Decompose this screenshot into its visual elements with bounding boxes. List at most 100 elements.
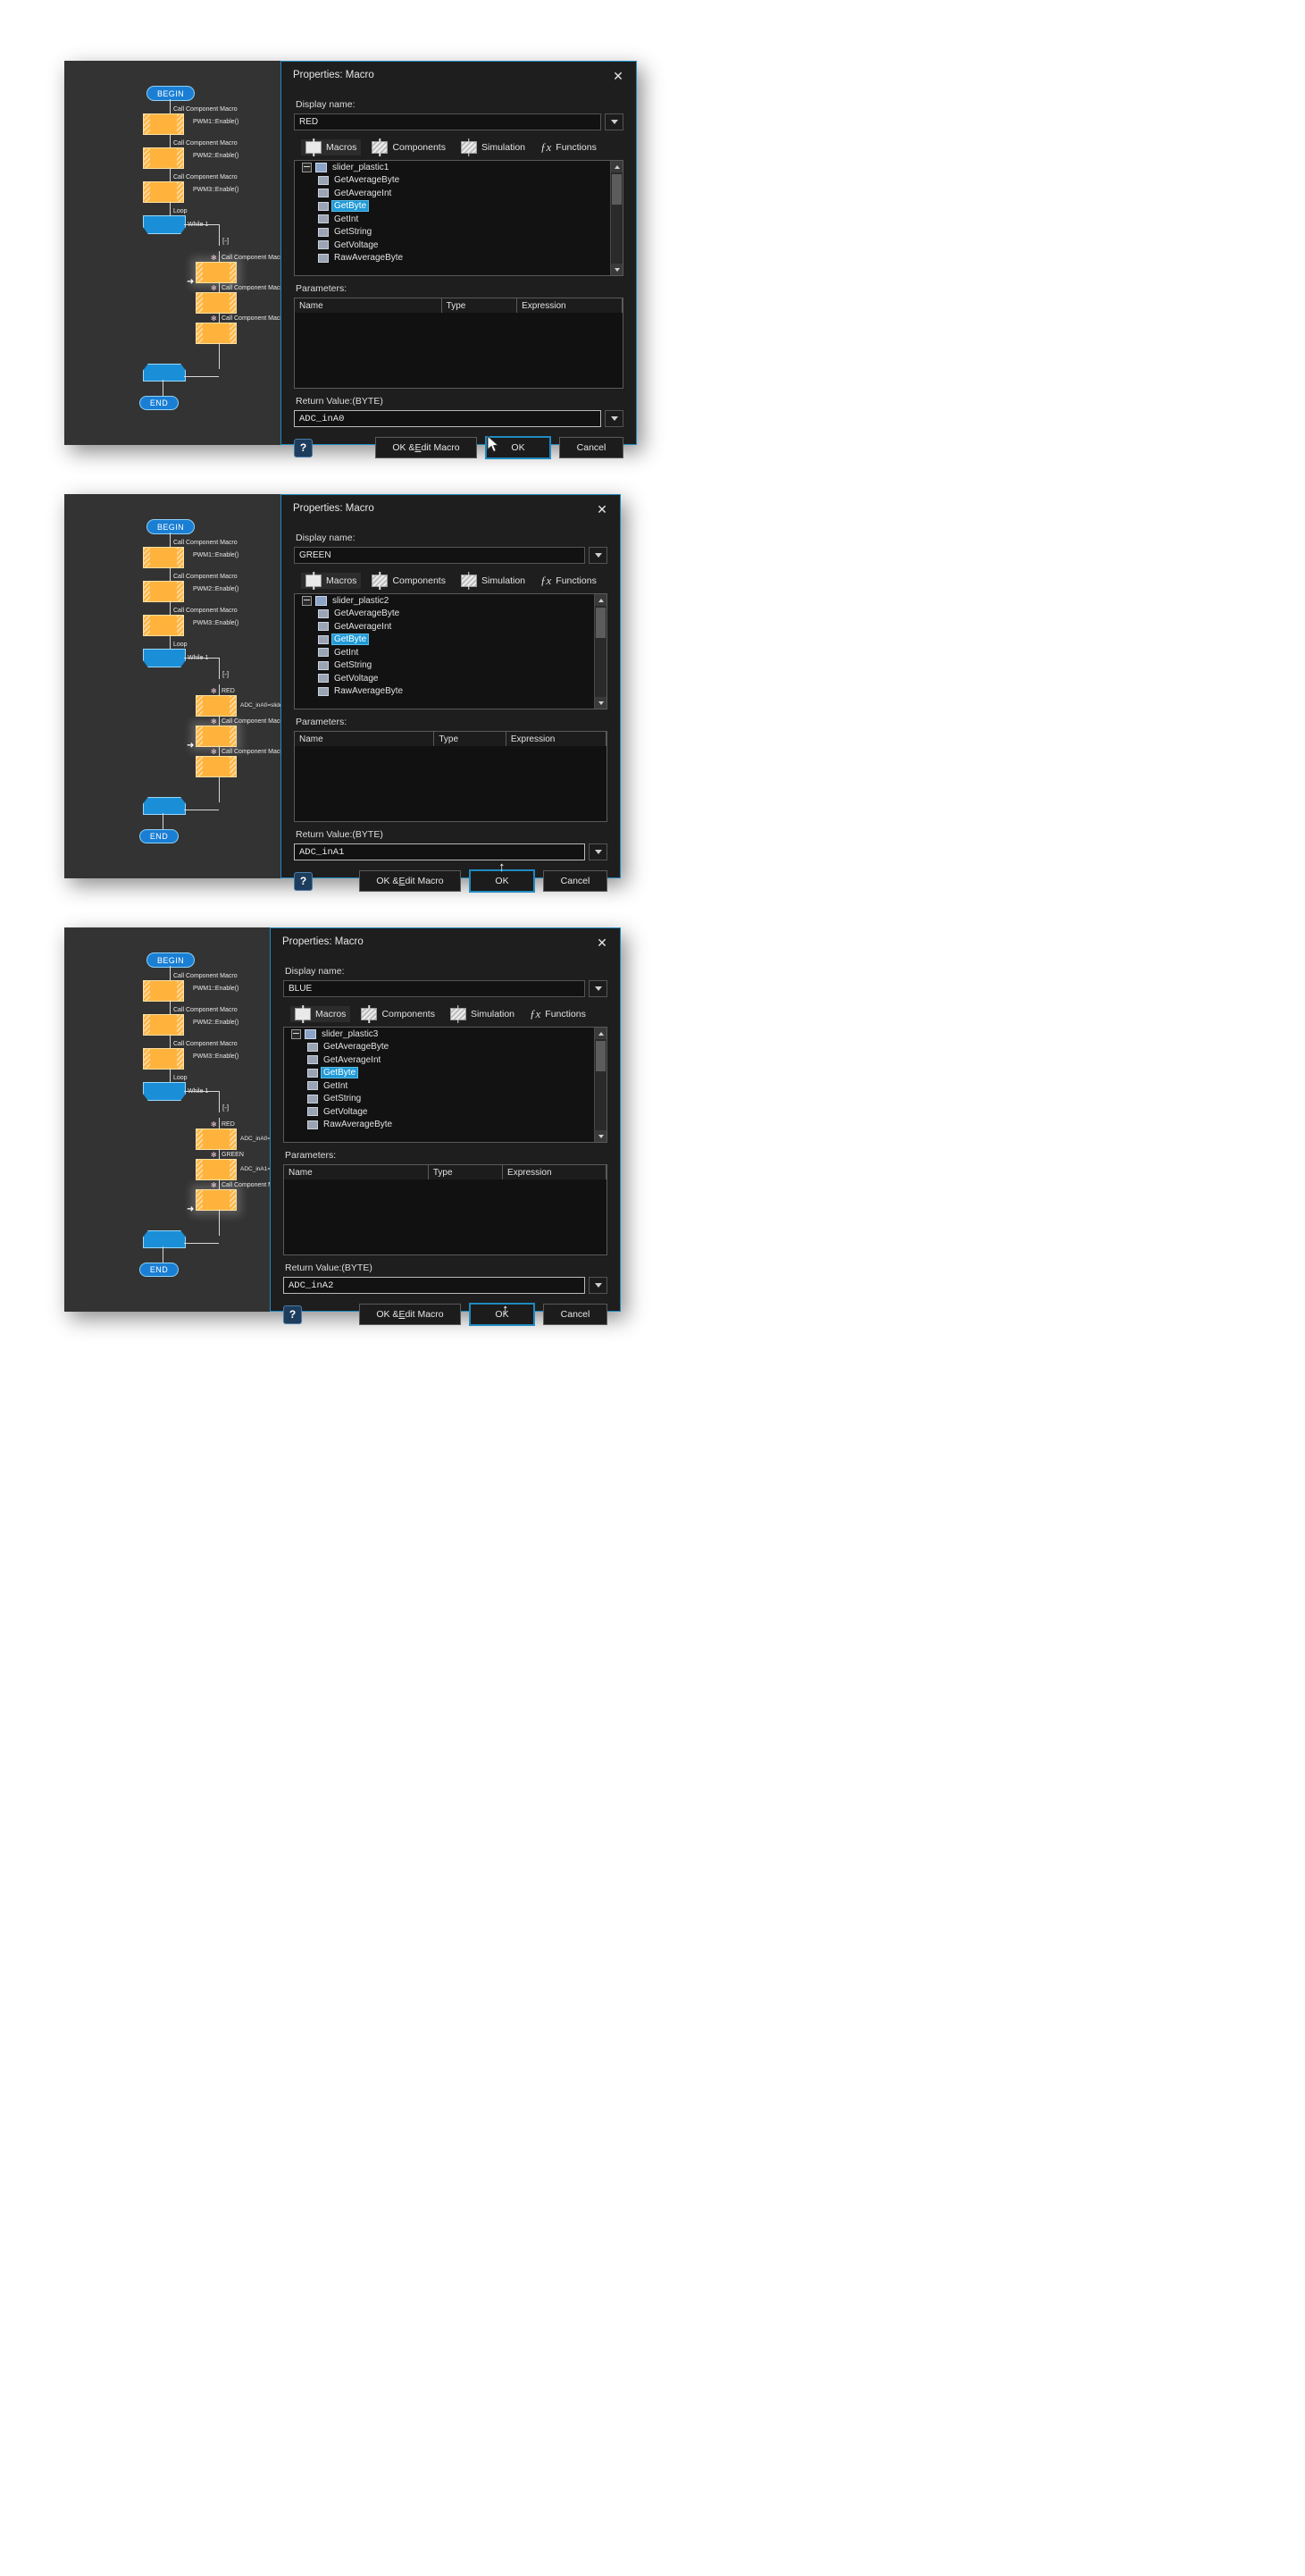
tab-components[interactable]: Components (356, 1006, 439, 1022)
macro-tree[interactable]: slider_plastic1 GetAverageByte GetAverageI… (294, 160, 623, 276)
tab-macros[interactable]: Macros (301, 139, 362, 155)
flowchart-loop-start[interactable] (143, 649, 186, 667)
scroll-down-button[interactable] (611, 264, 623, 275)
return-value-combobox[interactable]: ADC_inA0 (294, 410, 623, 427)
button-cancel[interactable]: Cancel (559, 437, 623, 458)
tree-item[interactable]: GetByte (295, 634, 606, 647)
parameters-column-expression[interactable]: Expression (503, 1165, 606, 1179)
tree-item[interactable]: GetAverageByte (284, 1041, 606, 1054)
scroll-up-button[interactable] (595, 594, 606, 606)
flowchart-process-block[interactable] (196, 1159, 237, 1180)
tree-item[interactable]: GetVoltage (295, 672, 606, 685)
flowchart-process-block[interactable] (143, 113, 184, 135)
flowchart-process-block[interactable] (196, 323, 237, 344)
help-button[interactable]: ? (294, 871, 313, 891)
help-button[interactable]: ? (294, 438, 313, 457)
flowchart-process-block[interactable] (143, 181, 184, 203)
tree-item[interactable]: GetInt (284, 1079, 606, 1093)
tab-simulation[interactable]: Simulation (446, 1006, 519, 1022)
flowchart-process-block[interactable] (143, 547, 184, 568)
tree-root-row[interactable]: slider_plastic3 (284, 1028, 606, 1041)
tree-scrollbar[interactable] (610, 161, 623, 275)
flowchart-end-terminal[interactable]: END (139, 829, 179, 843)
flowchart-begin-terminal[interactable]: BEGIN (146, 519, 195, 534)
tab-macros[interactable]: Macros (290, 1006, 351, 1022)
tree-scrollbar[interactable] (594, 1028, 606, 1142)
return-value-combobox[interactable]: ADC_inA1 (294, 843, 607, 860)
flowchart-begin-terminal[interactable]: BEGIN (146, 952, 195, 968)
button-ok-edit-macro[interactable]: OK & Edit Macro (359, 870, 461, 892)
tree-item[interactable]: GetVoltage (295, 239, 623, 252)
flowchart-end-terminal[interactable]: END (139, 396, 179, 410)
tab-functions[interactable]: ƒx Functions (536, 572, 601, 590)
tree-item[interactable]: GetByte (295, 200, 623, 214)
display-name-input[interactable]: GREEN (294, 547, 585, 564)
tree-item[interactable]: RawAverageByte (284, 1119, 606, 1132)
flowchart-process-block[interactable] (143, 581, 184, 602)
return-value-input[interactable]: ADC_inA0 (294, 410, 601, 427)
display-name-input[interactable]: BLUE (283, 980, 585, 997)
flowchart-process-block[interactable] (196, 1129, 237, 1150)
button-cancel[interactable]: Cancel (543, 870, 607, 892)
button-ok-edit-macro[interactable]: OK & Edit Macro (359, 1304, 461, 1325)
tab-functions[interactable]: ƒx Functions (525, 1005, 590, 1023)
tree-item[interactable]: GetAverageInt (295, 187, 623, 200)
parameters-column-expression[interactable]: Expression (517, 298, 623, 313)
flowchart-process-block[interactable] (143, 1014, 184, 1036)
tree-item[interactable]: GetVoltage (284, 1105, 606, 1119)
flowchart-end-terminal[interactable]: END (139, 1263, 179, 1277)
tab-components[interactable]: Components (367, 573, 450, 589)
display-name-combobox[interactable]: BLUE (283, 980, 607, 997)
parameters-column-name[interactable]: Name (295, 732, 435, 746)
close-icon[interactable]: ✕ (593, 500, 611, 518)
tree-item[interactable]: RawAverageByte (295, 685, 606, 699)
close-icon[interactable]: ✕ (593, 934, 611, 952)
help-button[interactable]: ? (283, 1305, 302, 1324)
return-value-combobox[interactable]: ADC_inA2 (283, 1277, 607, 1294)
display-name-dropdown-button[interactable] (589, 547, 607, 564)
tree-item[interactable]: GetByte (284, 1067, 606, 1080)
parameters-column-expression[interactable]: Expression (506, 732, 606, 746)
flowchart-process-block[interactable] (196, 292, 237, 314)
return-value-input[interactable]: ADC_inA2 (283, 1277, 585, 1294)
parameters-column-type[interactable]: Type (428, 1165, 504, 1179)
parameters-column-name[interactable]: Name (295, 298, 442, 313)
scroll-down-button[interactable] (595, 1130, 606, 1142)
return-value-dropdown-button[interactable] (589, 1277, 607, 1294)
close-icon[interactable]: ✕ (609, 67, 627, 85)
flowchart-loop-start[interactable] (143, 1082, 186, 1101)
tree-item[interactable]: GetInt (295, 646, 606, 659)
flowchart-process-block[interactable] (143, 147, 184, 169)
tree-item[interactable]: GetString (284, 1093, 606, 1106)
tab-simulation[interactable]: Simulation (456, 139, 530, 155)
tree-scrollbar[interactable] (594, 594, 606, 709)
scrollbar-thumb[interactable] (612, 174, 622, 205)
display-name-combobox[interactable]: GREEN (294, 547, 607, 564)
parameters-column-name[interactable]: Name (284, 1165, 429, 1179)
parameters-column-type[interactable]: Type (441, 298, 518, 313)
tree-item[interactable]: GetString (295, 659, 606, 673)
tree-item[interactable]: GetInt (295, 213, 623, 226)
flowchart-loop-end[interactable] (143, 364, 186, 382)
display-name-combobox[interactable]: RED (294, 113, 623, 130)
flowchart-loop-start[interactable] (143, 215, 186, 234)
display-name-dropdown-button[interactable] (605, 113, 623, 130)
flowchart-process-block[interactable] (143, 1048, 184, 1070)
tree-item[interactable]: GetAverageByte (295, 174, 623, 188)
scrollbar-thumb[interactable] (596, 1041, 606, 1071)
parameters-column-type[interactable]: Type (434, 732, 506, 746)
tree-root-row[interactable]: slider_plastic1 (295, 161, 623, 174)
collapse-toggle-icon[interactable] (302, 595, 312, 606)
display-name-input[interactable]: RED (294, 113, 601, 130)
macro-tree[interactable]: slider_plastic3 GetAverageByte GetAverageI… (283, 1027, 607, 1143)
flowchart-process-block[interactable] (196, 262, 237, 283)
return-value-input[interactable]: ADC_inA1 (294, 843, 585, 860)
tree-item[interactable]: GetAverageInt (295, 620, 606, 634)
button-ok-edit-macro[interactable]: OK & Edit Macro (375, 437, 477, 458)
collapse-toggle-icon[interactable] (302, 162, 312, 172)
tree-item[interactable]: RawAverageByte (295, 252, 623, 265)
display-name-dropdown-button[interactable] (589, 980, 607, 997)
tree-root-row[interactable]: slider_plastic2 (295, 594, 606, 608)
scroll-down-button[interactable] (595, 697, 606, 709)
flowchart-process-block[interactable] (196, 695, 237, 717)
